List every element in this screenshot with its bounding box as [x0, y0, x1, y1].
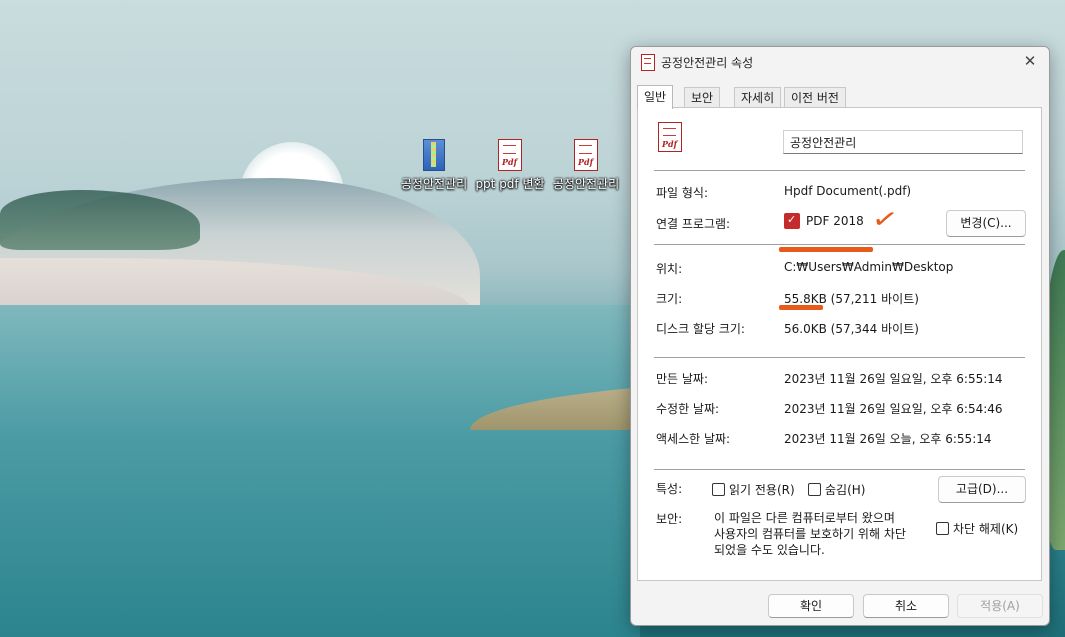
divider: [654, 469, 1025, 470]
unblock-label: 차단 해제(K): [953, 522, 1019, 536]
tab-security[interactable]: 보안: [684, 87, 721, 108]
hidden-label: 숨김(H): [825, 483, 866, 497]
checkbox-box[interactable]: [936, 522, 949, 535]
created-label: 만든 날짜:: [656, 372, 709, 386]
security-text-line: 이 파일은 다른 컴퓨터로부터 왔으며: [714, 511, 895, 525]
file-name-input[interactable]: [783, 130, 1023, 154]
checkbox-box[interactable]: [712, 483, 725, 496]
archive-icon: [423, 139, 445, 171]
created-value: 2023년 11월 26일 일요일, 오후 6:55:14: [784, 372, 1003, 386]
divider: [654, 357, 1025, 358]
divider: [654, 244, 1025, 245]
advanced-button[interactable]: 고급(D)...: [938, 476, 1026, 503]
file-type-value: Hpdf Document(.pdf): [784, 184, 912, 198]
cancel-button[interactable]: 취소: [863, 594, 949, 618]
checkbox-box[interactable]: [808, 483, 821, 496]
ok-button[interactable]: 확인: [768, 594, 854, 618]
apply-button[interactable]: 적용(A): [957, 594, 1043, 618]
location-label: 위치:: [656, 262, 683, 276]
close-icon[interactable]: ✕: [1019, 51, 1041, 71]
desktop-icon-archive[interactable]: 공정안전관리: [396, 139, 472, 192]
size-label: 크기:: [656, 292, 683, 306]
pdf-file-icon: Pdf: [498, 139, 522, 171]
desktop-icon-label: 공정안전관리: [552, 177, 620, 191]
disk-size-label: 디스크 할당 크기:: [656, 322, 745, 336]
opens-with-value: PDF 2018: [806, 214, 864, 228]
desktop-icon-label: ppt pdf 변환: [475, 177, 545, 191]
pdf-file-icon: Pdf: [574, 139, 598, 171]
readonly-label: 읽기 전용(R): [729, 483, 795, 497]
hidden-checkbox[interactable]: 숨김(H): [808, 481, 865, 498]
tab-general[interactable]: 일반: [637, 85, 674, 109]
pdf-app-icon: [784, 213, 800, 229]
desktop-icon-pdf[interactable]: Pdf 공정안전관리: [548, 139, 624, 192]
disk-size-value: 56.0KB (57,344 바이트): [784, 322, 919, 336]
tab-previous-versions[interactable]: 이전 버전: [784, 87, 846, 108]
divider: [654, 170, 1025, 171]
desktop-icon-ppt-pdf[interactable]: Pdf ppt pdf 변환: [472, 139, 548, 192]
annotation-check-mark: ✓: [869, 203, 901, 237]
dialog-title: 공정안전관리 속성: [661, 56, 754, 70]
security-label: 보안:: [656, 512, 683, 526]
security-text-line: 사용자의 컴퓨터를 보호하기 위해 차단: [714, 527, 906, 541]
readonly-checkbox[interactable]: 읽기 전용(R): [712, 481, 795, 498]
modified-value: 2023년 11월 26일 일요일, 오후 6:54:46: [784, 402, 1003, 416]
unblock-checkbox[interactable]: 차단 해제(K): [936, 520, 1018, 537]
pdf-file-icon: [641, 54, 655, 71]
properties-dialog: 공정안전관리 속성 ✕ 일반 보안 자세히 이전 버전 Pdf 파일 형식: H…: [630, 46, 1050, 626]
annotation-underline: [779, 305, 823, 310]
security-text-line: 되었을 수도 있습니다.: [714, 543, 825, 557]
annotation-underline: [779, 247, 873, 252]
modified-label: 수정한 날짜:: [656, 402, 720, 416]
location-value: C:₩Users₩Admin₩Desktop: [784, 260, 954, 274]
pdf-file-icon: Pdf: [658, 122, 682, 152]
attributes-label: 특성:: [656, 482, 683, 496]
security-warning: 이 파일은 다른 컴퓨터로부터 왔으며 사용자의 컴퓨터를 보호하기 위해 차단…: [714, 510, 944, 558]
accessed-label: 액세스한 날짜:: [656, 432, 731, 446]
accessed-value: 2023년 11월 26일 오늘, 오후 6:55:14: [784, 432, 992, 446]
tab-details[interactable]: 자세히: [734, 87, 782, 108]
lake: [0, 305, 640, 637]
general-panel: Pdf 파일 형식: Hpdf Document(.pdf) 연결 프로그램: …: [637, 107, 1042, 581]
opens-with-label: 연결 프로그램:: [656, 217, 731, 231]
desktop-icon-label: 공정안전관리: [400, 177, 468, 191]
file-type-label: 파일 형식:: [656, 186, 709, 200]
title-bar[interactable]: 공정안전관리 속성 ✕: [631, 47, 1049, 77]
change-button[interactable]: 변경(C)...: [946, 210, 1026, 237]
